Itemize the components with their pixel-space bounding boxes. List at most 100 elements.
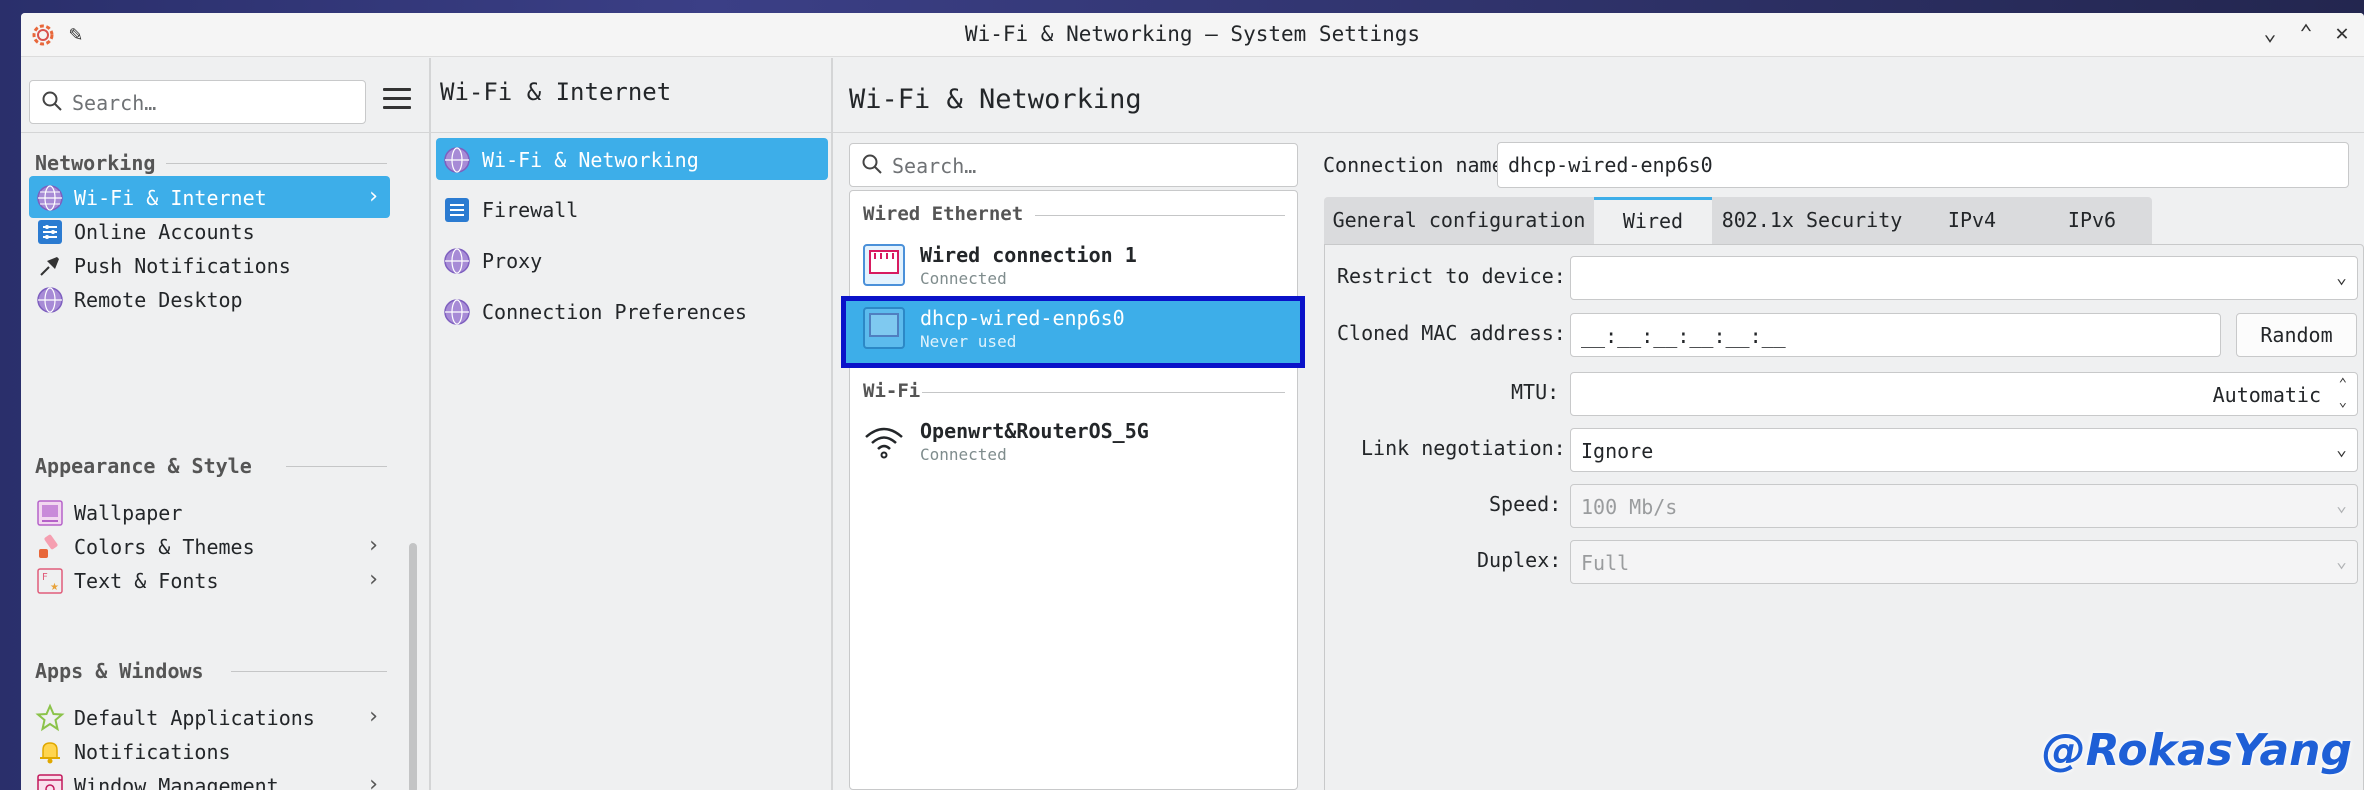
connection-status: Connected — [920, 269, 1007, 288]
subpage-item-label: Firewall — [482, 198, 579, 222]
subpage-item-firewall[interactable]: Firewall — [436, 188, 828, 230]
restrict-device-select[interactable]: ⌄ — [1570, 256, 2358, 300]
sidebar-item-remote-desktop[interactable]: Remote Desktop — [29, 278, 390, 320]
section-divider — [231, 671, 387, 672]
link-negotiation-value: Ignore — [1581, 439, 1654, 463]
section-divider — [166, 163, 387, 164]
main-title: Wi-Fi & Networking — [849, 84, 1142, 115]
mtu-value: Automatic — [2212, 383, 2321, 407]
chevron-down-icon: ⌄ — [2336, 551, 2347, 572]
chevron-right-icon: › — [366, 772, 380, 790]
globe-icon — [37, 185, 63, 211]
cloned-mac-input[interactable]: __:__:__:__:__:__ — [1570, 313, 2221, 357]
sidebar-item-label: Wi-Fi & Internet — [74, 186, 267, 210]
sidebar-item-label: Window Management — [74, 774, 279, 790]
subpage-title: Wi-Fi & Internet — [440, 78, 672, 106]
connection-name-input[interactable]: dhcp-wired-enp6s0 — [1497, 142, 2349, 188]
sidebar-item-label: Push Notifications — [74, 254, 291, 278]
minimize-icon[interactable]: ⌄ — [2256, 21, 2284, 46]
title-bar[interactable]: ✎ Wi-Fi & Networking — System Settings ⌄… — [21, 13, 2364, 57]
tab-ipv4[interactable]: IPv4 — [1912, 197, 2032, 245]
chevron-right-icon: › — [366, 704, 380, 729]
duplex-select: Full ⌄ — [1570, 540, 2358, 584]
duplex-label: Duplex: — [1477, 548, 1562, 572]
tab-ipv6[interactable]: IPv6 — [2032, 197, 2152, 245]
connection-status: Connected — [920, 445, 1007, 464]
chevron-down-icon: ⌄ — [2336, 439, 2347, 460]
window-title: Wi-Fi & Networking — System Settings — [964, 22, 1421, 46]
cloned-mac-value: __:__:__:__:__:__ — [1581, 324, 1786, 348]
group-wifi: Wi-Fi — [863, 380, 921, 402]
globe-icon — [444, 299, 470, 325]
maximize-icon[interactable]: ⌃ — [2292, 21, 2320, 46]
sidebar-item-label: Default Applications — [74, 706, 315, 730]
watermark-text: @RokasYang — [2041, 725, 2352, 776]
subpage-item-connection-preferences[interactable]: Connection Preferences — [436, 290, 828, 332]
firewall-icon — [445, 198, 469, 222]
main-panel: Wi-Fi & Networking Search… Wired Etherne… — [833, 58, 2364, 790]
connection-name-label: Connection name: — [1323, 153, 1516, 177]
tab-8021x-security[interactable]: 802.1x Security — [1712, 197, 1912, 245]
group-wired-ethernet: Wired Ethernet — [863, 203, 1024, 225]
svg-text:★: ★ — [50, 582, 59, 593]
subpage-item-proxy[interactable]: Proxy — [436, 239, 828, 281]
search-icon — [862, 154, 882, 174]
sidebar-scrollbar[interactable] — [409, 543, 417, 790]
sidebar-item-label: Wallpaper — [74, 501, 183, 525]
section-appearance: Appearance & Style — [35, 454, 252, 478]
connection-name: dhcp-wired-enp6s0 — [920, 306, 1125, 330]
connection-item-wifi[interactable]: Openwrt&RouterOS_5G Connected — [850, 411, 1297, 475]
connection-item-dhcp-wired[interactable]: dhcp-wired-enp6s0 Never used — [841, 296, 1305, 368]
subpage-item-wifi-networking[interactable]: Wi-Fi & Networking — [436, 138, 828, 180]
sidebar-item-text-fonts[interactable]: F ★ Text & Fonts › — [29, 559, 390, 601]
group-divider — [1035, 215, 1285, 216]
online-accounts-icon — [38, 220, 62, 244]
sidebar-item-label: Colors & Themes — [74, 535, 255, 559]
hamburger-menu-icon[interactable] — [383, 88, 411, 110]
subpage-item-label: Wi-Fi & Networking — [482, 148, 699, 172]
section-apps-windows: Apps & Windows — [35, 659, 204, 683]
svg-text:F: F — [42, 572, 48, 583]
link-negotiation-select[interactable]: Ignore ⌄ — [1570, 428, 2358, 472]
star-icon — [35, 703, 65, 732]
sidebar-item-label: Online Accounts — [74, 220, 255, 244]
bell-icon — [40, 742, 60, 764]
connection-item-wired-1[interactable]: Wired connection 1 Connected — [850, 235, 1297, 299]
paintbrush-icon — [39, 534, 58, 558]
tab-wired[interactable]: Wired — [1594, 197, 1712, 245]
sidebar-item-label: Remote Desktop — [74, 288, 243, 312]
sidebar-item-label: Text & Fonts — [74, 569, 219, 593]
chevron-right-icon: › — [366, 567, 380, 592]
settings-window: ✎ Wi-Fi & Networking — System Settings ⌄… — [21, 13, 2364, 790]
sidebar-item-window-management[interactable]: Window Management › — [29, 764, 390, 790]
speed-value: 100 Mb/s — [1581, 495, 1678, 519]
section-networking: Networking — [35, 151, 156, 175]
section-divider — [286, 466, 387, 467]
sidebar-search-placeholder: Search… — [72, 91, 157, 115]
connection-status: Never used — [920, 332, 1017, 351]
sidebar-search-input[interactable]: Search… — [29, 80, 366, 124]
subpage-panel: Wi-Fi & Internet Wi-Fi & Networking Fire… — [431, 58, 831, 790]
connection-name: Openwrt&RouterOS_5G — [920, 419, 1149, 443]
mtu-spinbox[interactable]: Automatic ⌃ ⌄ — [1570, 372, 2358, 416]
wifi-icon — [865, 427, 903, 459]
speed-label: Speed: — [1489, 492, 1562, 516]
fonts-icon: F ★ — [37, 568, 63, 594]
connection-name: Wired connection 1 — [920, 243, 1137, 267]
connection-name-value: dhcp-wired-enp6s0 — [1508, 153, 1713, 177]
main-header: Wi-Fi & Networking — [833, 58, 2364, 133]
ethernet-icon — [863, 244, 905, 286]
random-mac-button[interactable]: Random — [2236, 313, 2357, 357]
sidebar-header: Search… — [21, 58, 429, 133]
connection-search-input[interactable]: Search… — [849, 143, 1298, 187]
restrict-device-label: Restrict to device: — [1337, 264, 1566, 288]
spinner-arrows-icon[interactable]: ⌃ ⌄ — [2339, 375, 2347, 411]
subpage-item-label: Proxy — [482, 249, 543, 273]
sidebar-item-label: Notifications — [74, 740, 231, 764]
tab-general-configuration[interactable]: General configuration — [1324, 197, 1594, 245]
connection-search-placeholder: Search… — [892, 154, 977, 178]
close-icon[interactable]: ✕ — [2328, 21, 2356, 46]
wallpaper-icon — [37, 500, 63, 526]
chevron-down-icon: ⌄ — [2336, 495, 2347, 516]
pin-icon — [40, 257, 59, 276]
